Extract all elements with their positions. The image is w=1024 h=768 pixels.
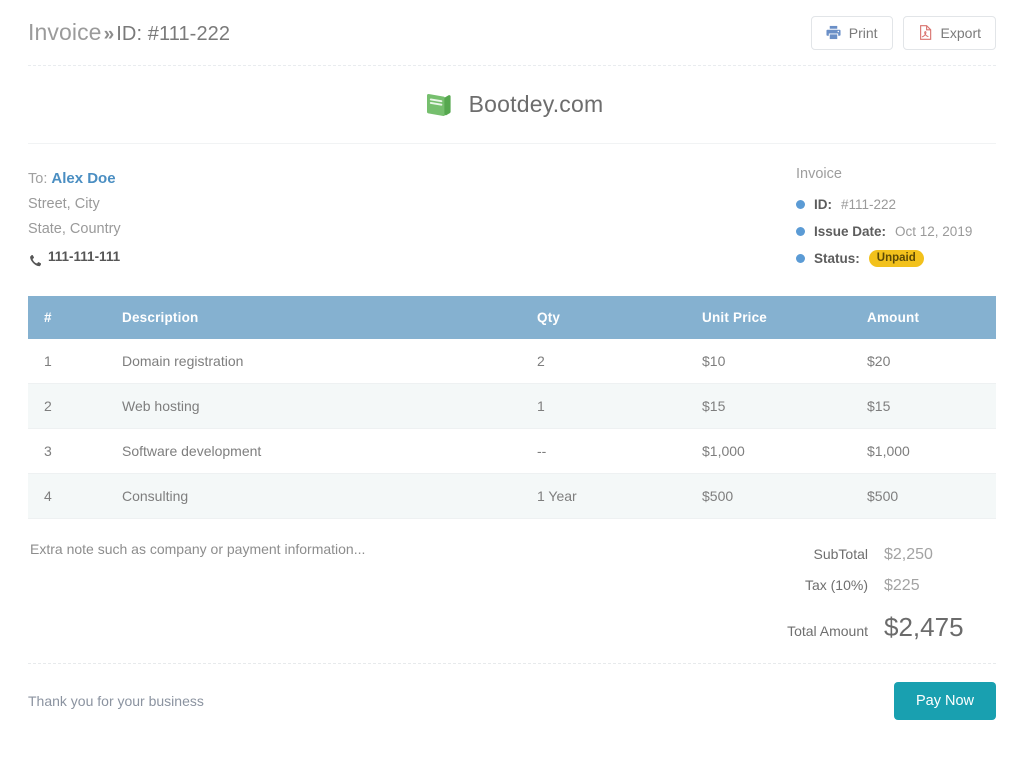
table-header-row: # Description Qty Unit Price Amount bbox=[28, 296, 996, 339]
cell-amount: $1,000 bbox=[855, 428, 996, 474]
bill-to-address-line-1: Street, City bbox=[28, 196, 100, 212]
pdf-file-icon bbox=[918, 25, 933, 40]
parties-section: To: Alex Doe Street, City State, Country… bbox=[28, 144, 996, 288]
column-header-qty: Qty bbox=[525, 296, 690, 339]
cell-amount: $500 bbox=[855, 473, 996, 519]
cell-qty: 2 bbox=[525, 339, 690, 384]
cell-qty: -- bbox=[525, 428, 690, 474]
table-row: 3 Software development -- $1,000 $1,000 bbox=[28, 428, 996, 474]
export-button-label: Export bbox=[940, 24, 981, 41]
bill-to-address-line-2: State, Country bbox=[28, 221, 121, 237]
cell-number: 1 bbox=[28, 339, 110, 384]
invoice-note: Extra note such as company or payment in… bbox=[30, 541, 366, 557]
table-row: 1 Domain registration 2 $10 $20 bbox=[28, 339, 996, 384]
cell-description: Consulting bbox=[110, 473, 525, 519]
cell-amount: $20 bbox=[855, 339, 996, 384]
cell-description: Web hosting bbox=[110, 383, 525, 429]
cell-description: Domain registration bbox=[110, 339, 525, 384]
invoice-meta-row-status: Status: Unpaid bbox=[796, 245, 996, 272]
totals-block: SubTotal $2,250 Tax (10%) $225 Total Amo… bbox=[696, 539, 996, 647]
invoice-page: Invoice» ID: #111-222 Print Export Bootd… bbox=[0, 0, 1024, 768]
printer-icon bbox=[826, 25, 841, 40]
breadcrumb: Invoice» ID: #111-222 bbox=[28, 19, 230, 46]
cell-unit-price: $1,000 bbox=[690, 428, 855, 474]
print-button-label: Print bbox=[848, 24, 878, 41]
header-actions: Print Export bbox=[810, 15, 996, 50]
invoice-meta-block: Invoice ID: #111-222 Issue Date: Oct 12,… bbox=[796, 166, 996, 272]
tax-value: $225 bbox=[884, 577, 920, 594]
cell-unit-price: $15 bbox=[690, 383, 855, 429]
column-header-description: Description bbox=[110, 296, 525, 339]
invoice-id-value: #111-222 bbox=[841, 197, 897, 212]
cell-description: Software development bbox=[110, 428, 525, 474]
status-badge: Unpaid bbox=[868, 249, 924, 268]
cell-number: 3 bbox=[28, 428, 110, 474]
column-header-amount: Amount bbox=[855, 296, 996, 339]
cell-amount: $15 bbox=[855, 383, 996, 429]
breadcrumb-invoice-id: ID: #111-222 bbox=[116, 23, 231, 45]
cell-unit-price: $500 bbox=[690, 473, 855, 519]
cell-qty: 1 Year bbox=[525, 473, 690, 519]
book-icon bbox=[421, 88, 455, 122]
subtotal-value: $2,250 bbox=[884, 546, 933, 563]
breadcrumb-root[interactable]: Invoice bbox=[28, 19, 102, 45]
bullet-icon bbox=[796, 227, 805, 236]
cell-unit-price: $10 bbox=[690, 339, 855, 384]
total-amount-label: Total Amount bbox=[787, 623, 868, 639]
cell-qty: 1 bbox=[525, 383, 690, 429]
column-header-unit-price: Unit Price bbox=[690, 296, 855, 339]
print-button[interactable]: Print bbox=[810, 15, 893, 50]
subtotal-row: SubTotal $2,250 bbox=[696, 539, 996, 570]
bill-to-prefix: To: bbox=[28, 171, 48, 187]
table-header: # Description Qty Unit Price Amount bbox=[28, 296, 996, 339]
total-amount-value: $2,475 bbox=[884, 612, 964, 642]
issue-date-value: Oct 12, 2019 bbox=[895, 224, 973, 239]
cell-number: 2 bbox=[28, 383, 110, 429]
invoice-items-table: # Description Qty Unit Price Amount 1 Do… bbox=[28, 296, 996, 519]
export-button[interactable]: Export bbox=[902, 15, 996, 50]
pay-now-button[interactable]: Pay Now bbox=[893, 682, 996, 720]
total-amount-row: Total Amount $2,475 bbox=[696, 613, 996, 647]
column-header-number: # bbox=[28, 296, 110, 339]
bill-to-phone: 111-111-111 bbox=[48, 249, 121, 264]
bill-to-phone-row: 111-111-111 bbox=[28, 244, 121, 269]
invoice-meta-row-issue-date: Issue Date: Oct 12, 2019 bbox=[796, 218, 996, 245]
brand-name: Bootdey.com bbox=[468, 91, 604, 117]
cell-number: 4 bbox=[28, 473, 110, 519]
bill-to-block: To: Alex Doe Street, City State, Country… bbox=[28, 166, 121, 272]
bill-to-name[interactable]: Alex Doe bbox=[51, 170, 115, 187]
table-body: 1 Domain registration 2 $10 $20 2 Web ho… bbox=[28, 339, 996, 519]
bill-to-line: To: Alex Doe bbox=[28, 166, 121, 192]
brand-band: Bootdey.com bbox=[28, 66, 996, 144]
issue-date-label: Issue Date: bbox=[814, 224, 887, 239]
page-footer: Thank you for your business Pay Now bbox=[28, 663, 996, 720]
invoice-meta-heading: Invoice bbox=[796, 166, 842, 182]
status-label: Status: bbox=[814, 251, 860, 266]
tax-row: Tax (10%) $225 bbox=[696, 570, 996, 601]
phone-icon bbox=[28, 250, 42, 267]
bullet-icon bbox=[796, 200, 805, 209]
tax-label: Tax (10%) bbox=[804, 577, 868, 593]
breadcrumb-separator-icon: » bbox=[103, 24, 115, 45]
summary-section: Extra note such as company or payment in… bbox=[28, 519, 996, 647]
bullet-icon bbox=[796, 254, 805, 263]
thank-you-message: Thank you for your business bbox=[28, 693, 204, 709]
invoice-meta-row-id: ID: #111-222 bbox=[796, 191, 996, 218]
table-row: 2 Web hosting 1 $15 $15 bbox=[28, 383, 996, 429]
invoice-id-label: ID: bbox=[814, 197, 832, 212]
subtotal-label: SubTotal bbox=[813, 546, 868, 562]
table-row: 4 Consulting 1 Year $500 $500 bbox=[28, 473, 996, 519]
page-header: Invoice» ID: #111-222 Print Export bbox=[28, 0, 996, 66]
